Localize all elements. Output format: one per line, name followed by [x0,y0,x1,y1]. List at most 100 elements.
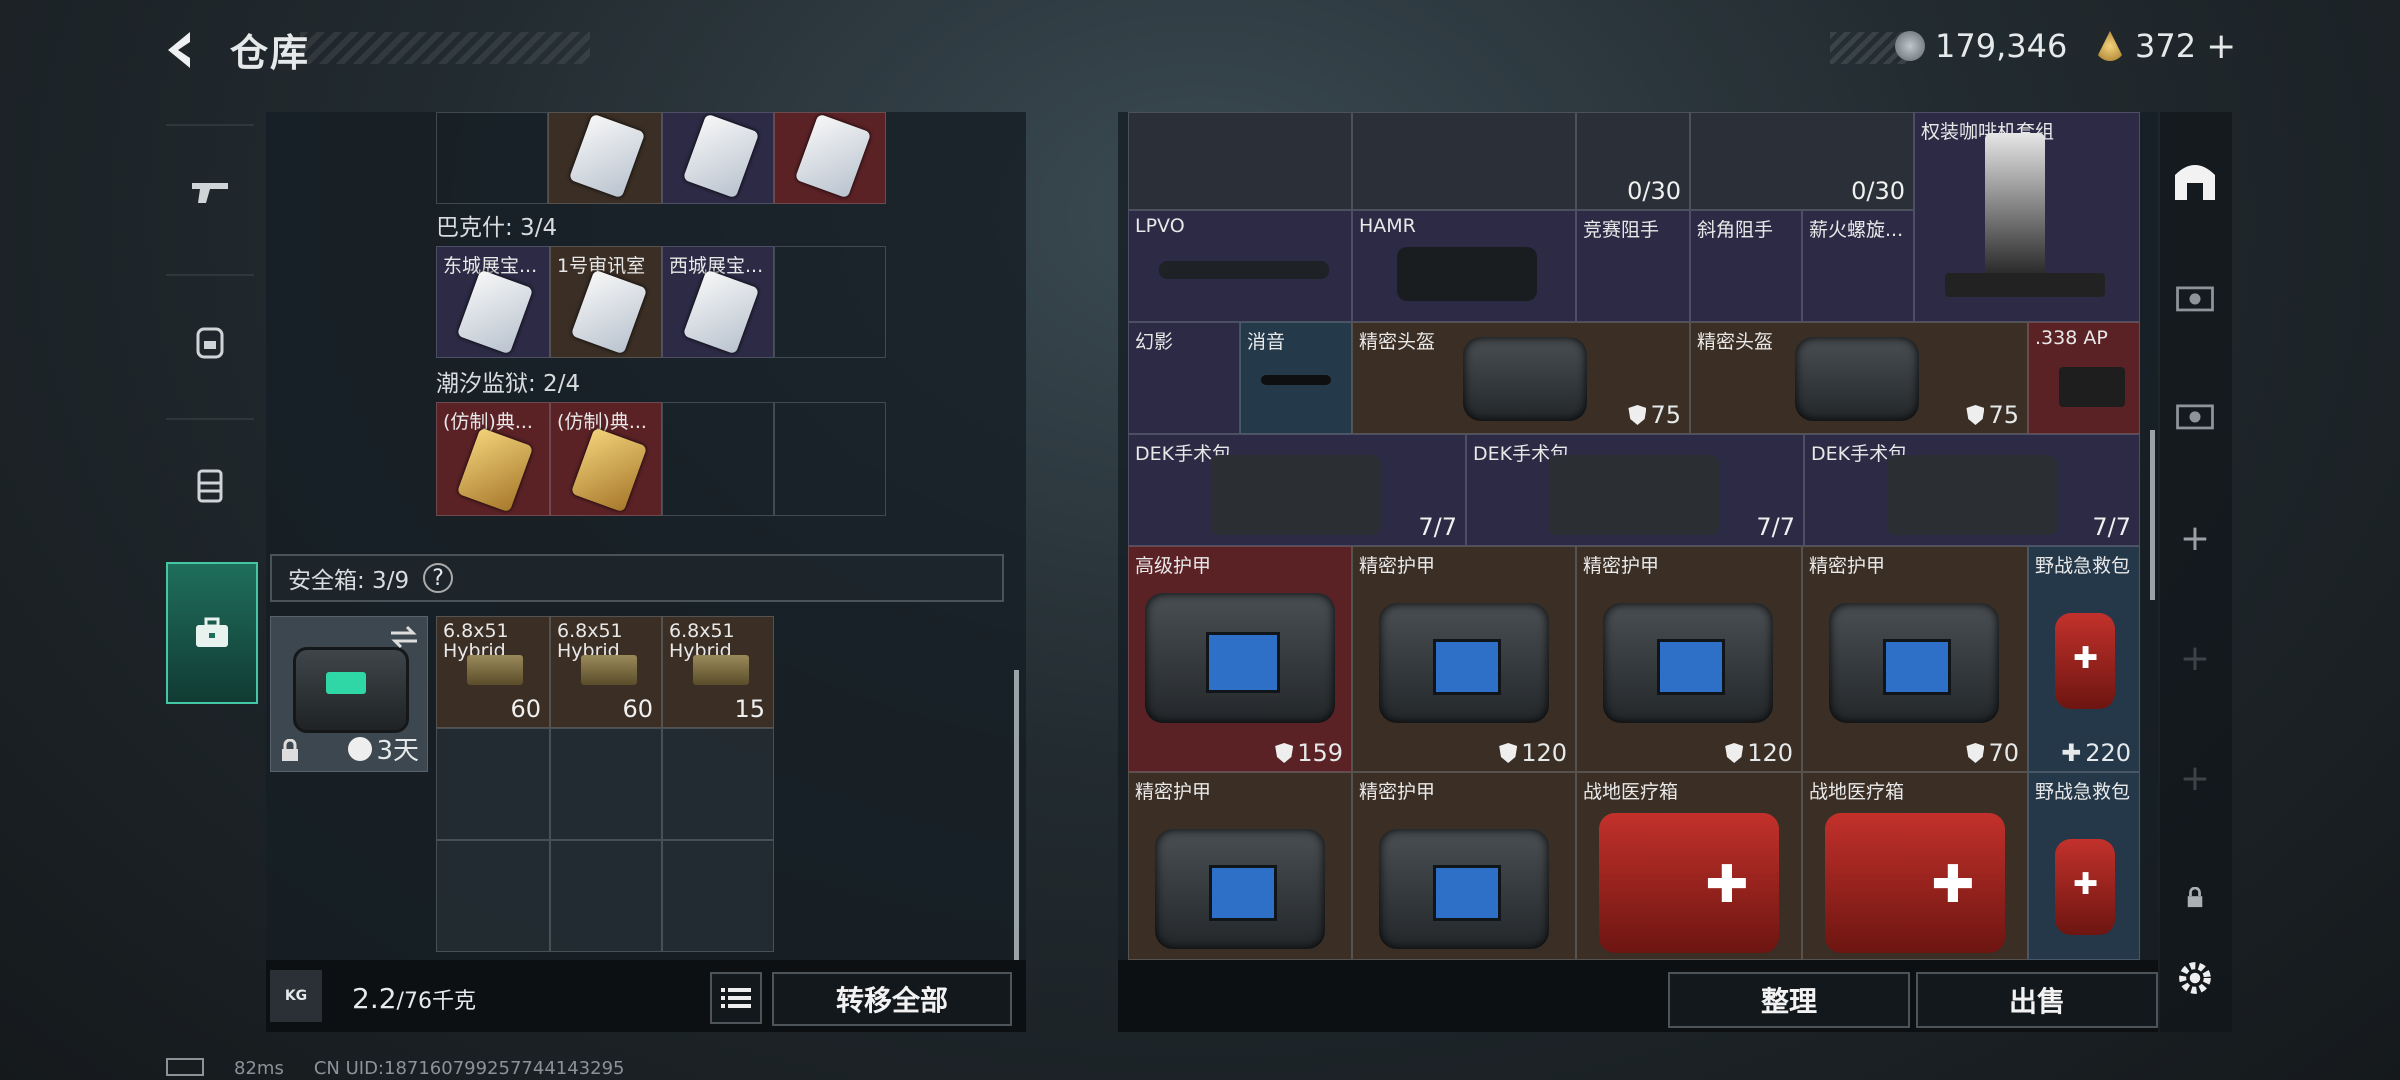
armor-slot[interactable]: 精密护甲 120 [1576,546,1802,772]
ammo-slot[interactable]: .338 AP [2028,322,2140,434]
secure-case-slot[interactable]: 3天 [270,616,428,772]
ammo-slot[interactable]: 6.8x51 Hybrid 60 [436,616,550,728]
medical-box-slot[interactable]: 战地医疗箱 ✚ [1802,772,2028,960]
item-slot[interactable] [1128,112,1352,210]
clock-icon [348,736,373,761]
weight-value: 2.2 [352,982,397,1015]
item-count: 7/7 [1418,513,1457,541]
helmet-slot[interactable]: 精密头盔 75 [1352,322,1690,434]
keycard-slot[interactable]: 西城展宝... [662,246,774,358]
left-scrollbar[interactable] [1014,670,1019,960]
helmet-slot[interactable]: 精密头盔 75 [1690,322,2028,434]
timer-text: 3天 [376,736,419,766]
expansion-tab-5[interactable] [2165,386,2225,446]
surgery-kit-slot[interactable]: DEK手术包 7/7 [1466,434,1804,546]
item-count: 7/7 [1756,513,1795,541]
weapon-icon [192,183,228,203]
empty-slot[interactable] [774,402,886,516]
keycard-slot[interactable]: 1号审讯室 [550,246,662,358]
expansion-tab-4[interactable] [2165,268,2225,328]
currency-premium[interactable]: 372 + [2095,26,2236,67]
help-button[interactable]: ? [423,563,454,593]
sell-button[interactable]: 出售 [1916,972,2158,1028]
battery-icon [166,1058,204,1076]
item-label: 野战急救包 [2035,781,2131,803]
ammo-slot[interactable]: 6.8x51 Hybrid 15 [662,616,774,728]
keycard-slot[interactable]: (仿制)典... [550,402,662,516]
armor-slot[interactable]: 精密护甲 120 [1352,546,1576,772]
empty-slot[interactable] [550,728,662,840]
settings-button[interactable] [2165,948,2225,1008]
add-expansion-button[interactable]: + [2165,508,2225,568]
durability: 120 [1499,739,1567,767]
durability: 75 [1628,401,1681,429]
back-arrow-icon[interactable] [160,28,204,72]
suppressor-slot[interactable]: 消音 [1240,322,1352,434]
keycard-slot[interactable] [774,112,886,204]
empty-slot[interactable] [662,402,774,516]
keycard-slot[interactable]: 东城展宝... [436,246,550,358]
item-label: HAMR [1359,215,1416,237]
grip-slot[interactable]: 竞赛阻手 [1576,210,1690,322]
add-currency-button[interactable]: + [2206,26,2236,67]
armor-slot[interactable]: 高级护甲 159 [1128,546,1352,772]
empty-slot[interactable] [662,728,774,840]
item-label: 精密护甲 [1809,555,1886,577]
safe-box-header: 安全箱: 3/9 ? [270,554,1004,602]
item-label: LPVO [1135,215,1185,237]
scope-slot[interactable]: LPVO [1128,210,1352,322]
armor-slot[interactable]: 精密护甲 70 [1802,546,2028,772]
secure-case-image [293,647,409,733]
nav-secure-case[interactable] [166,562,258,704]
grip-slot[interactable]: 斜角阻手 [1690,210,1802,322]
empty-slot[interactable] [436,728,550,840]
keycard-slot[interactable] [548,112,662,204]
expansion-icon [2176,404,2214,430]
durability: 75 [1966,401,2019,429]
item-slot[interactable]: 0/30 [1690,112,1914,210]
medkit-slot[interactable]: 野战急救包 ✚ ✚ 220 [2028,546,2140,772]
transfer-all-button[interactable]: 转移全部 [772,972,1012,1026]
durability: 70 [1966,739,2019,767]
item-label: 高级护甲 [1135,555,1212,577]
empty-slot[interactable] [436,840,550,952]
status-bar: 82ms CN UID:1871607992577441432​95 [166,1058,625,1079]
armor-slot[interactable]: 精密护甲 [1128,772,1352,960]
empty-slot[interactable] [774,246,886,358]
swap-icon[interactable] [389,625,419,649]
empty-slot[interactable] [662,840,774,952]
nav-weapons[interactable] [166,124,254,256]
item-label: 幻影 [1135,331,1174,353]
armor-slot[interactable]: 精密护甲 [1352,772,1576,960]
coffee-machine-image [1985,133,2045,283]
scope-slot[interactable]: HAMR [1352,210,1576,322]
slot[interactable] [436,112,548,204]
item-label: 野战急救包 [2035,555,2131,577]
nav-backpack[interactable] [166,274,254,406]
keycard-slot[interactable] [662,112,774,204]
grip-slot[interactable]: 幻影 [1128,322,1240,434]
empty-slot[interactable] [550,840,662,952]
grip-slot[interactable]: 薪火螺旋... [1802,210,1914,322]
item-label: 精密头盔 [1359,331,1436,353]
item-label: 斜角阻手 [1697,219,1774,241]
ammo-count: 60 [622,695,653,723]
nav-chest-rig[interactable] [166,418,254,550]
medkit-slot[interactable]: 野战急救包 ✚ [2028,772,2140,960]
stash-tab-button[interactable] [2165,150,2225,210]
item-slot[interactable]: 0/30 [1576,112,1690,210]
keycard-slot[interactable]: (仿制)典... [436,402,550,516]
coffee-machine-slot[interactable]: 权装咖啡机套组 [1914,112,2140,322]
sort-button[interactable]: 整理 [1668,972,1910,1028]
durability: 120 [1725,739,1793,767]
durability: 159 [1275,739,1343,767]
right-scrollbar[interactable] [2150,430,2155,600]
ammo-box-image [581,655,637,685]
list-view-button[interactable] [710,972,762,1024]
surgery-kit-slot[interactable]: DEK手术包 7/7 [1128,434,1466,546]
ammo-slot[interactable]: 6.8x51 Hybrid 60 [550,616,662,728]
lock-slot[interactable] [2165,868,2225,928]
item-slot[interactable] [1352,112,1576,210]
surgery-kit-slot[interactable]: DEK手术包 7/7 [1804,434,2140,546]
medical-box-slot[interactable]: 战地医疗箱 ✚ [1576,772,1802,960]
